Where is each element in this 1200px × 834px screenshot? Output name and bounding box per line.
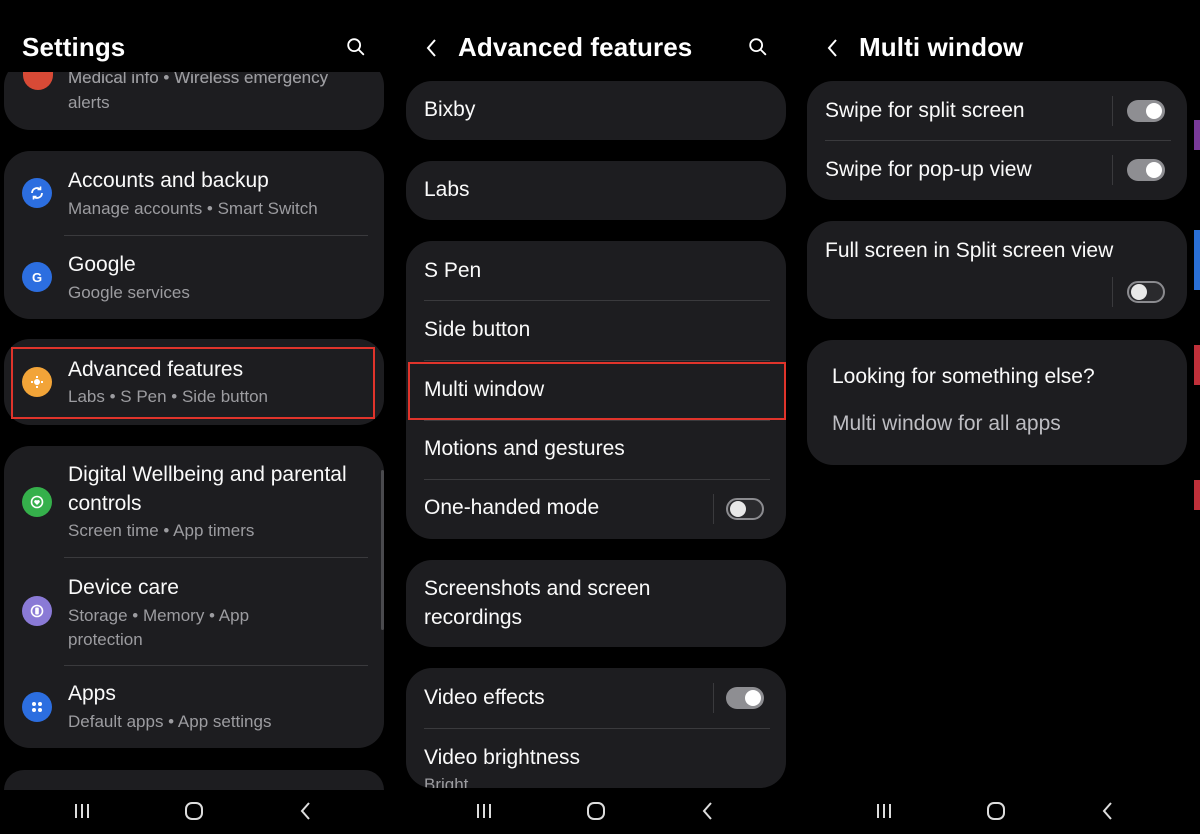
item-title: Bixby [424, 98, 476, 121]
list-item-labs[interactable]: Labs [406, 161, 786, 220]
item-title: Digital Wellbeing and parental [68, 463, 347, 486]
svg-text:G: G [32, 270, 42, 285]
full-screen-toggle[interactable] [1127, 281, 1165, 303]
separator [713, 683, 714, 713]
recents-icon[interactable] [873, 800, 895, 822]
edge-decoration [1194, 480, 1200, 510]
search-icon[interactable] [345, 36, 369, 60]
multi-window-all-apps-link[interactable]: Multi window for all apps [832, 410, 1061, 438]
google-icon: G [22, 262, 52, 292]
item-title: Swipe for pop-up view [825, 158, 1032, 181]
page-title-overlay: Settings [22, 32, 126, 62]
edge-decoration [1194, 230, 1200, 290]
home-icon[interactable] [183, 800, 205, 822]
item-title-line2: recordings [424, 606, 523, 629]
item-subtitle: Google services [68, 283, 190, 302]
edge-decoration [1194, 345, 1200, 385]
advanced-panel: Advanced features Bixby Labs S Pen Side … [402, 0, 802, 834]
apps-icon [22, 692, 52, 722]
swipe-popup-toggle[interactable] [1127, 159, 1165, 181]
advanced-header: Advanced features [402, 28, 802, 68]
home-icon[interactable] [985, 800, 1007, 822]
back-arrow-icon[interactable] [821, 36, 845, 60]
separator [1112, 96, 1113, 126]
back-icon[interactable] [295, 800, 317, 822]
video-effects-toggle[interactable] [726, 687, 764, 709]
item-subtitle: Default apps • App settings [68, 712, 272, 731]
card-swipe: Swipe for split screen Swipe for pop-up … [807, 81, 1187, 200]
list-item-bixby[interactable]: Bixby [406, 81, 786, 140]
list-item-google[interactable]: G Google Google services [4, 235, 384, 319]
sync-icon [22, 178, 52, 208]
recents-icon[interactable] [473, 800, 495, 822]
list-item-apps[interactable]: Apps Default apps • App settings [4, 666, 384, 748]
item-title: Swipe for split screen [825, 99, 1025, 122]
looking-heading: Looking for something else? [832, 365, 1095, 388]
separator [1112, 277, 1113, 307]
page-title: Advanced features [458, 32, 693, 62]
item-subtitle: Storage • Memory • App [68, 606, 250, 625]
separator [713, 494, 714, 524]
scrollbar[interactable] [381, 470, 384, 630]
device-care-icon [22, 596, 52, 626]
item-title: Screenshots and screen [424, 577, 651, 600]
back-icon[interactable] [697, 800, 719, 822]
list-item-accounts[interactable]: Accounts and backup Manage accounts • Sm… [4, 151, 384, 235]
page-title: Multi window [859, 32, 1024, 62]
back-icon[interactable] [1097, 800, 1119, 822]
item-title: Accounts and backup [68, 169, 269, 192]
wellbeing-icon [22, 487, 52, 517]
item-title: Video effects [424, 686, 545, 709]
list-item-one-handed[interactable]: One-handed mode [406, 480, 786, 539]
highlight-box [11, 347, 375, 419]
nav-bar [402, 790, 802, 834]
list-item-wellbeing[interactable]: Digital Wellbeing and parental controls … [4, 446, 384, 558]
list-item-device-care[interactable]: Device care Storage • Memory • App prote… [4, 558, 384, 666]
list-item-swipe-popup[interactable]: Swipe for pop-up view [807, 141, 1187, 200]
settings-header-overlay: Settings [0, 28, 400, 68]
list-item-screenshots[interactable]: Screenshots and screen recordings [406, 560, 786, 647]
list-item-full-screen[interactable]: Full screen in Split screen view [807, 221, 1187, 319]
card-video: Video effects Video brightness Bright [406, 668, 786, 788]
item-title: Motions and gestures [424, 437, 625, 460]
multi-header: Multi window [803, 28, 1200, 68]
item-title: Video brightness [424, 746, 581, 769]
recents-icon[interactable] [71, 800, 93, 822]
item-title: Labs [424, 178, 470, 201]
item-subtitle: Screen time • App timers [68, 521, 255, 540]
list-item-swipe-split[interactable]: Swipe for split screen [807, 81, 1187, 141]
home-icon[interactable] [585, 800, 607, 822]
list-item-motions[interactable]: Motions and gestures [406, 421, 786, 480]
settings-panel: Settings Medical info • Wireless emergen… [0, 0, 400, 834]
item-title: Device care [68, 576, 179, 599]
item-subtitle: Manage accounts • Smart Switch [68, 199, 318, 218]
multi-window-panel: Multi window Swipe for split screen Swip… [803, 0, 1200, 834]
card-looking: Looking for something else? Multi window… [807, 340, 1187, 465]
nav-bar [803, 790, 1200, 834]
item-subtitle-line2: protection [68, 630, 143, 649]
edge-decoration [1194, 120, 1200, 150]
one-handed-toggle[interactable] [726, 498, 764, 520]
list-item-video-brightness[interactable]: Video brightness Bright [406, 728, 786, 788]
highlight-box [408, 362, 786, 420]
search-icon[interactable] [747, 36, 771, 60]
item-title: Side button [424, 318, 531, 341]
item-title: Apps [68, 682, 116, 705]
list-item-video-effects[interactable]: Video effects [406, 668, 786, 728]
item-title: S Pen [424, 259, 482, 282]
item-title: One-handed mode [424, 496, 600, 519]
item-subtitle: Bright [424, 775, 469, 788]
back-arrow-icon[interactable] [420, 36, 444, 60]
item-title-line2: controls [68, 492, 142, 515]
swipe-split-toggle[interactable] [1127, 100, 1165, 122]
card-accounts: Accounts and backup Manage accounts • Sm… [4, 151, 384, 319]
partial-item-subtitle: alerts [68, 93, 110, 112]
card-wellbeing: Digital Wellbeing and parental controls … [4, 446, 384, 748]
list-item-s-pen[interactable]: S Pen [406, 241, 786, 301]
nav-bar [0, 790, 400, 834]
list-item-side-button[interactable]: Side button [406, 301, 786, 361]
separator [1112, 155, 1113, 185]
item-title: Google [68, 253, 136, 276]
item-title: Full screen in Split screen view [825, 239, 1114, 262]
